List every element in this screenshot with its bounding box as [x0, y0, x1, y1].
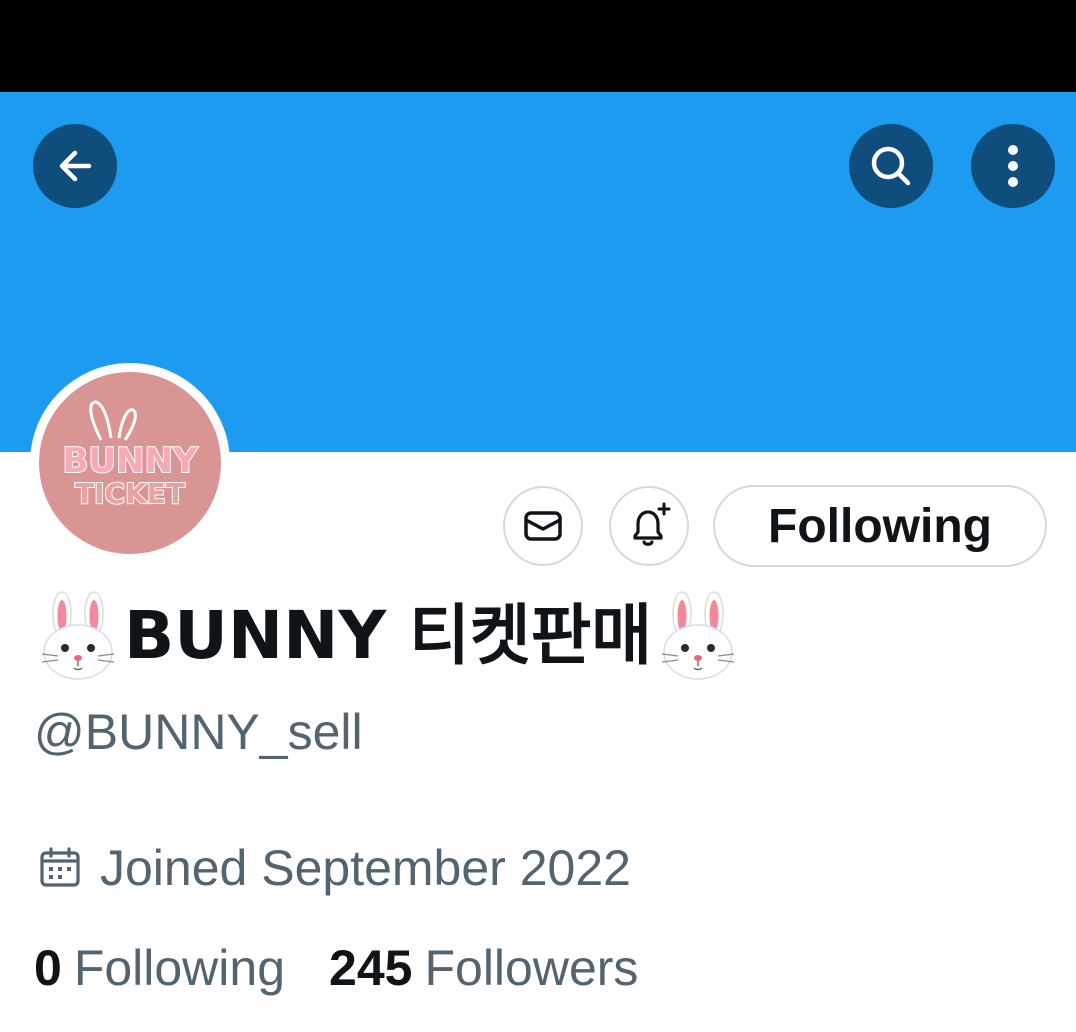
rabbit-face-icon — [661, 591, 735, 680]
envelope-icon — [524, 511, 562, 541]
following-label: Following — [73, 940, 286, 996]
more-vertical-icon — [1008, 145, 1018, 187]
follow-stats: 0 Following 245 Followers — [34, 936, 638, 1000]
joined-text: Joined September 2022 — [100, 840, 631, 896]
user-handle: @BUNNY_sell — [34, 704, 363, 760]
followers-count: 245 — [329, 940, 413, 996]
following-button[interactable]: Following — [713, 485, 1047, 567]
joined-date: Joined September 2022 — [38, 836, 631, 900]
message-button[interactable] — [503, 486, 583, 566]
following-count: 0 — [34, 940, 62, 996]
logo-line2: TICKET — [75, 477, 185, 510]
following-stat[interactable]: 0 Following — [34, 939, 285, 997]
display-name: BUNNY 티켓판매 — [34, 588, 742, 684]
logo-line1: BUNNY — [62, 441, 197, 481]
display-name-text: BUNNY 티켓판매 — [124, 597, 653, 674]
followers-stat[interactable]: 245 Followers — [329, 939, 638, 997]
arrow-left-icon — [59, 150, 92, 182]
profile-page: BUNNY TICKET Following BUNNY 티켓판매 @BUNNY… — [0, 0, 1076, 1032]
back-button[interactable] — [33, 124, 117, 208]
following-button-label: Following — [768, 499, 992, 553]
bunny-ticket-logo: BUNNY TICKET — [61, 400, 199, 511]
search-button[interactable] — [849, 124, 933, 208]
more-options-button[interactable] — [971, 124, 1055, 208]
notifications-button[interactable] — [609, 486, 689, 566]
status-bar — [0, 0, 1076, 92]
bell-plus-icon — [633, 502, 671, 546]
search-icon — [871, 146, 911, 186]
avatar[interactable]: BUNNY TICKET — [39, 372, 221, 554]
followers-label: Followers — [424, 940, 639, 996]
calendar-icon — [40, 847, 80, 887]
rabbit-face-icon — [41, 591, 115, 680]
